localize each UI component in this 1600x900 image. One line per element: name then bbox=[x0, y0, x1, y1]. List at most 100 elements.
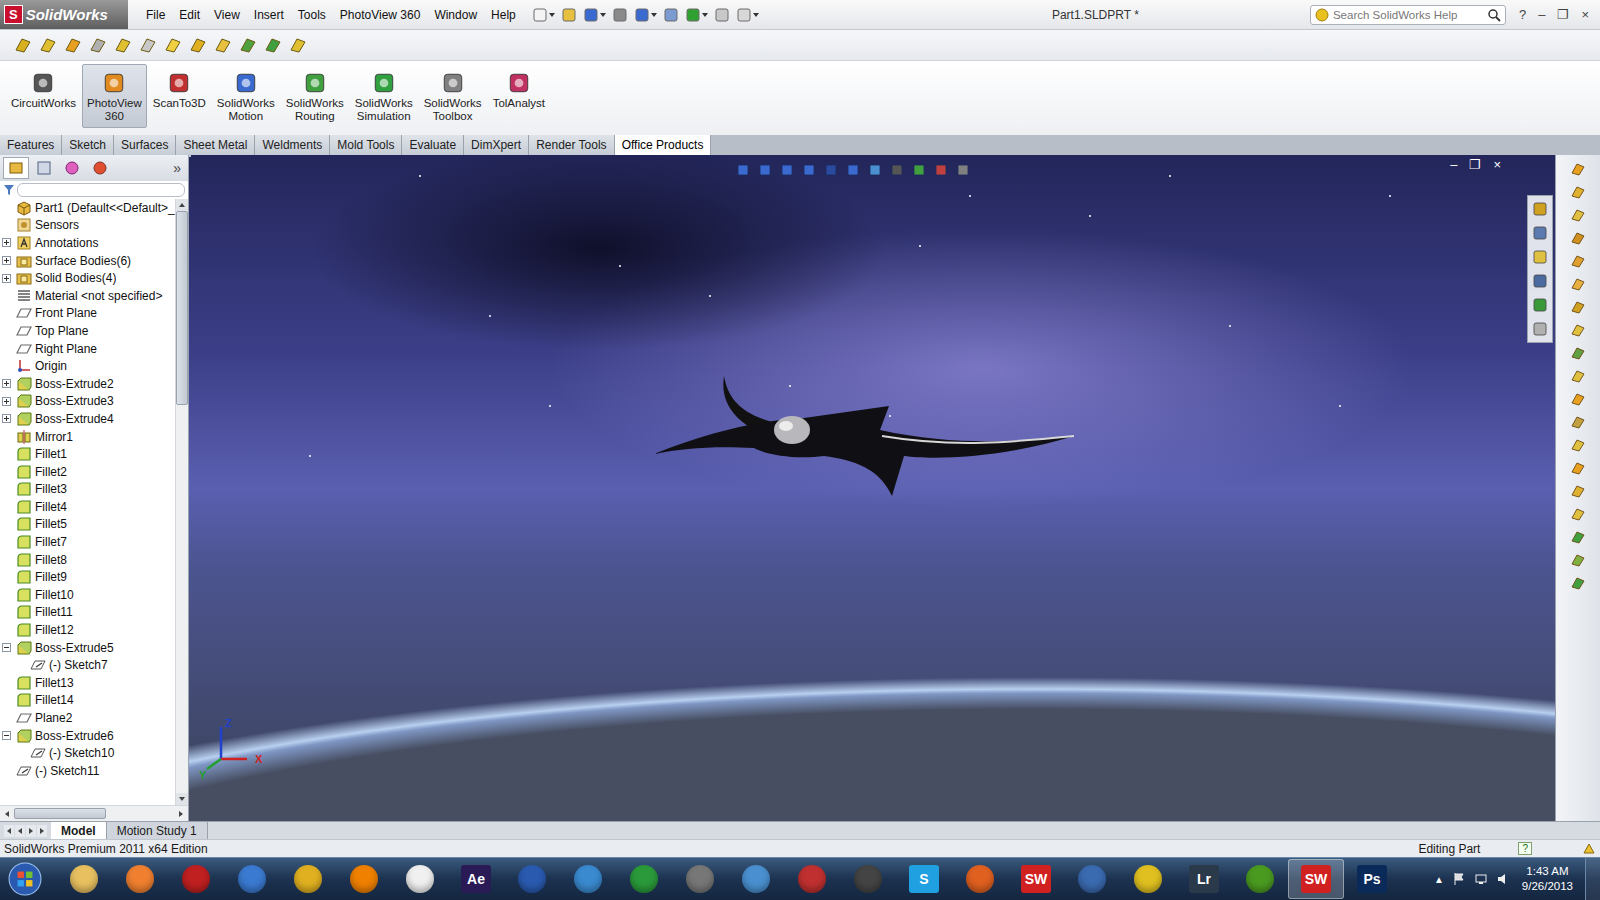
quick-tool-button[interactable] bbox=[610, 5, 630, 25]
taskbar-app[interactable] bbox=[392, 859, 448, 899]
toolbar-button[interactable] bbox=[1568, 573, 1588, 593]
command-tab[interactable]: Weldments bbox=[255, 135, 330, 155]
toolbar-button[interactable] bbox=[62, 34, 84, 56]
toolbar-button[interactable] bbox=[1568, 159, 1588, 179]
volume-icon[interactable] bbox=[1496, 872, 1510, 886]
expand-toggle-icon[interactable] bbox=[2, 731, 11, 740]
tree-horizontal-scrollbar[interactable] bbox=[0, 805, 188, 821]
toolbar-button[interactable] bbox=[187, 34, 209, 56]
taskbar-app[interactable] bbox=[56, 859, 112, 899]
taskbar-app[interactable]: S bbox=[896, 859, 952, 899]
window-control-button[interactable]: – bbox=[1533, 7, 1550, 22]
expand-toggle-icon[interactable] bbox=[2, 274, 11, 283]
toolbar-button[interactable] bbox=[1568, 182, 1588, 202]
tree-item[interactable]: Fillet13 bbox=[2, 674, 175, 692]
tree-item[interactable]: Mirror1 bbox=[2, 428, 175, 446]
addin-button[interactable]: SolidWorks Motion bbox=[212, 64, 280, 128]
view-tool-button[interactable] bbox=[778, 161, 796, 179]
toolbar-button[interactable] bbox=[162, 34, 184, 56]
magnifier-icon[interactable] bbox=[1487, 8, 1501, 22]
taskbar-app[interactable] bbox=[616, 859, 672, 899]
addin-button[interactable]: SolidWorks Toolbox bbox=[419, 64, 487, 128]
toolbar-button[interactable] bbox=[1568, 435, 1588, 455]
toolbar-button[interactable] bbox=[1568, 504, 1588, 524]
tree-item[interactable]: (-) Sketch10 bbox=[2, 744, 175, 762]
taskbar-app[interactable] bbox=[560, 859, 616, 899]
toolbar-button[interactable] bbox=[212, 34, 234, 56]
taskbar-app[interactable] bbox=[952, 859, 1008, 899]
taskbar-app[interactable]: Ae bbox=[448, 859, 504, 899]
tree-item[interactable]: (-) Sketch7 bbox=[2, 656, 175, 674]
taskbar-app[interactable]: SW bbox=[1288, 859, 1344, 899]
view-tool-button[interactable] bbox=[910, 161, 928, 179]
tree-item[interactable]: Annotations bbox=[2, 234, 175, 252]
scroll-thumb[interactable] bbox=[176, 211, 188, 405]
taskbar-app[interactable]: SW bbox=[1008, 859, 1064, 899]
model-tab[interactable]: Motion Study 1 bbox=[107, 822, 208, 839]
toolbar-button[interactable] bbox=[1568, 297, 1588, 317]
tree-item[interactable]: Fillet7 bbox=[2, 533, 175, 551]
tree-item[interactable]: Fillet2 bbox=[2, 463, 175, 481]
horizontal-scroll-thumb[interactable] bbox=[14, 808, 106, 819]
tree-item[interactable]: Fillet9 bbox=[2, 568, 175, 586]
taskbar-app[interactable] bbox=[728, 859, 784, 899]
taskbar-app[interactable] bbox=[840, 859, 896, 899]
toolbar-button[interactable] bbox=[1568, 320, 1588, 340]
tree-item[interactable]: Fillet5 bbox=[2, 516, 175, 534]
expand-toggle-icon[interactable] bbox=[2, 379, 11, 388]
dropdown-caret-icon[interactable] bbox=[753, 13, 759, 17]
quick-tool-button[interactable] bbox=[581, 5, 608, 25]
rebuild-icon[interactable] bbox=[1582, 842, 1596, 856]
dropdown-caret-icon[interactable] bbox=[651, 13, 657, 17]
start-button[interactable] bbox=[0, 862, 50, 896]
quick-tool-button[interactable] bbox=[712, 5, 732, 25]
view-tool-button[interactable] bbox=[844, 161, 862, 179]
taskbar-app[interactable] bbox=[168, 859, 224, 899]
menu-item[interactable]: Insert bbox=[248, 6, 290, 24]
taskbar-app[interactable] bbox=[336, 859, 392, 899]
menu-item[interactable]: Window bbox=[428, 6, 483, 24]
task-pane-tab[interactable] bbox=[1530, 199, 1550, 219]
taskbar-app[interactable] bbox=[280, 859, 336, 899]
filter-field[interactable] bbox=[17, 183, 185, 197]
window-control-button[interactable]: ? bbox=[1514, 7, 1531, 22]
menu-item[interactable]: Edit bbox=[173, 6, 206, 24]
tree-scrollbar[interactable] bbox=[175, 199, 188, 805]
view-tool-button[interactable] bbox=[734, 161, 752, 179]
view-tool-button[interactable] bbox=[800, 161, 818, 179]
tree-item[interactable]: Right Plane bbox=[2, 340, 175, 358]
view-tool-button[interactable] bbox=[866, 161, 884, 179]
addin-button[interactable]: TolAnalyst bbox=[488, 64, 550, 126]
quick-tool-button[interactable] bbox=[632, 5, 659, 25]
toolbar-button[interactable] bbox=[1568, 366, 1588, 386]
addin-button[interactable]: SolidWorks Simulation bbox=[350, 64, 418, 128]
toolbar-button[interactable] bbox=[1568, 274, 1588, 294]
toolbar-button[interactable] bbox=[1568, 458, 1588, 478]
task-pane-tab[interactable] bbox=[1530, 319, 1550, 339]
toolbar-button[interactable] bbox=[1568, 343, 1588, 363]
view-tool-button[interactable] bbox=[822, 161, 840, 179]
tree-item[interactable]: Boss-Extrude2 bbox=[2, 375, 175, 393]
taskbar-app[interactable] bbox=[112, 859, 168, 899]
clock[interactable]: 1:43 AM9/26/2013 bbox=[1518, 864, 1577, 894]
tree-item[interactable]: Plane2 bbox=[2, 709, 175, 727]
network-icon[interactable] bbox=[1474, 872, 1488, 886]
taskbar-app[interactable] bbox=[1064, 859, 1120, 899]
model-render[interactable] bbox=[654, 368, 1084, 498]
toolbar-button[interactable] bbox=[287, 34, 309, 56]
taskbar-app[interactable] bbox=[504, 859, 560, 899]
tree-item[interactable]: Origin bbox=[2, 357, 175, 375]
show-hidden-icons-button[interactable]: ▲ bbox=[1434, 874, 1444, 885]
next-tab-button[interactable] bbox=[26, 825, 36, 837]
quick-tool-button[interactable] bbox=[683, 5, 710, 25]
scroll-left-button[interactable] bbox=[2, 811, 12, 817]
tree-item[interactable]: Sensors bbox=[2, 217, 175, 235]
quick-tool-button[interactable] bbox=[734, 5, 761, 25]
scroll-right-button[interactable] bbox=[176, 811, 186, 817]
addin-button[interactable]: SolidWorks Routing bbox=[281, 64, 349, 128]
command-tab[interactable]: Render Tools bbox=[529, 135, 615, 155]
task-pane-tab[interactable] bbox=[1530, 247, 1550, 267]
toolbar-button[interactable] bbox=[1568, 251, 1588, 271]
toolbar-button[interactable] bbox=[1568, 205, 1588, 225]
first-tab-button[interactable] bbox=[4, 825, 14, 837]
